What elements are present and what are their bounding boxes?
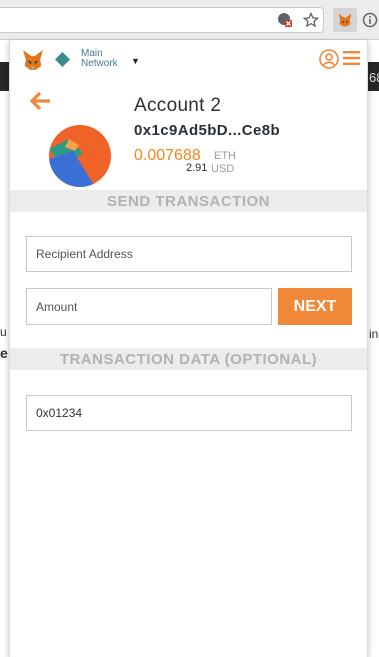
amount-input[interactable] xyxy=(26,288,272,325)
metamask-fox-icon xyxy=(338,13,352,27)
back-arrow-icon[interactable] xyxy=(29,91,51,111)
send-transaction-heading: SEND TRANSACTION xyxy=(10,190,367,212)
network-selector[interactable]: Main Network xyxy=(81,49,118,69)
info-icon[interactable] xyxy=(361,11,379,29)
caret-down-icon[interactable]: ▼ xyxy=(131,56,140,66)
browser-toolbar xyxy=(0,0,379,40)
hamburger-menu-icon[interactable] xyxy=(343,51,360,65)
network-diamond-icon[interactable] xyxy=(55,52,70,67)
network-label-line2: Network xyxy=(81,58,118,69)
account-avatar xyxy=(49,125,111,187)
next-button[interactable]: NEXT xyxy=(278,288,352,325)
account-address[interactable]: 0x1c9Ad5bD...Ce8b xyxy=(134,122,280,139)
metamask-fox-icon[interactable] xyxy=(22,49,44,71)
background-text: u xyxy=(0,325,7,339)
metamask-extension-button[interactable] xyxy=(333,8,357,32)
background-page-header-left xyxy=(0,62,9,91)
balance-eth-unit: ETH xyxy=(214,150,236,162)
balance-usd: 2.91 xyxy=(186,162,208,174)
background-text: in xyxy=(369,327,379,341)
transaction-data-heading: TRANSACTION DATA (OPTIONAL) xyxy=(10,348,367,370)
balance-usd-unit: USD xyxy=(211,163,235,175)
account-name: Account 2 xyxy=(134,95,222,116)
background-text: 68 xyxy=(369,70,379,85)
star-icon[interactable] xyxy=(302,11,320,29)
translate-icon[interactable] xyxy=(276,11,294,29)
metamask-popup: Main Network ▼ Account 2 0x1c9Ad5bD...Ce… xyxy=(9,40,368,657)
recipient-address-input[interactable] xyxy=(26,236,352,272)
account-switch-icon[interactable] xyxy=(318,48,340,70)
background-text: e xyxy=(0,345,8,361)
popup-header: Main Network ▼ xyxy=(10,40,367,80)
transaction-data-input[interactable] xyxy=(26,395,352,431)
